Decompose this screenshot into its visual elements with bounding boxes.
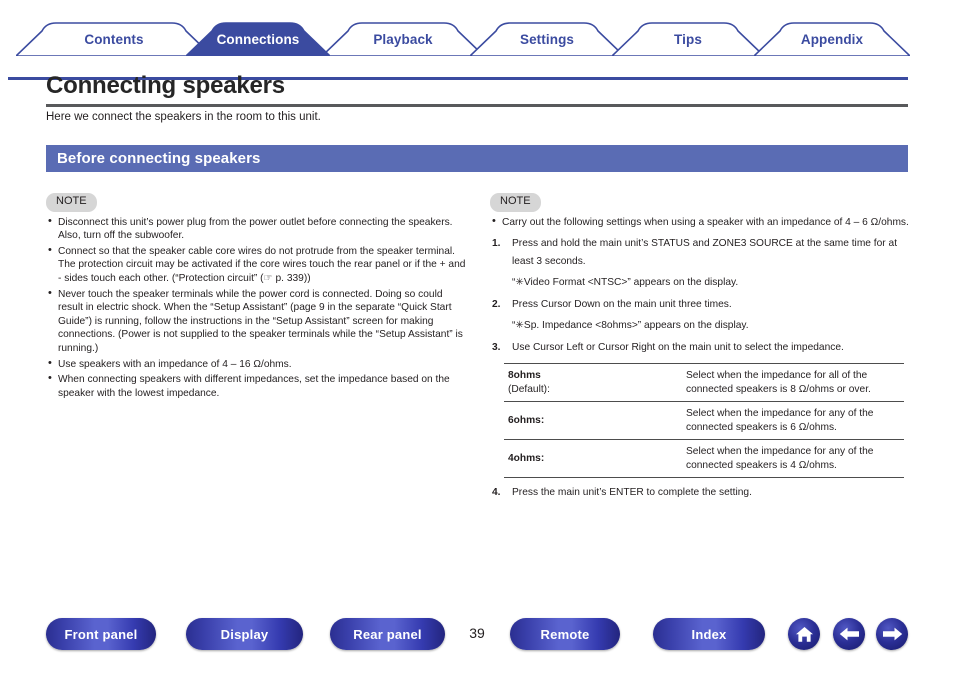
display-button-label: Display xyxy=(220,626,269,642)
right-column: NOTE Carry out the following settings wh… xyxy=(490,193,910,501)
footer-navigation-bar: Front panel Display Rear panel 39 Remote… xyxy=(0,618,954,658)
step-text: Press and hold the main unit’s STATUS an… xyxy=(512,238,898,268)
step-number: 4. xyxy=(492,487,501,499)
tab-tips[interactable]: Tips xyxy=(612,22,764,56)
top-tab-bar: Contents Connections Playback Settings Tips A… xyxy=(0,22,954,80)
rear-panel-button[interactable]: Rear panel xyxy=(330,618,445,650)
tab-label: Settings xyxy=(519,31,575,47)
list-item: When connecting speakers with different … xyxy=(46,372,466,400)
step-text: Press the main unit’s ENTER to complete … xyxy=(512,487,752,499)
index-button-label: Index xyxy=(691,626,727,642)
tab-label: Playback xyxy=(373,31,433,47)
forward-icon-button[interactable] xyxy=(876,618,908,650)
front-panel-button-label: Front panel xyxy=(64,626,138,642)
table-cell-description: Select when the impedance for any of the… xyxy=(686,408,874,433)
bullet-text: Use speakers with an impedance of 4 – 16… xyxy=(58,358,292,370)
section-heading-bar: Before connecting speakers xyxy=(46,145,908,172)
bullet-text: Disconnect this unit’s power plug from t… xyxy=(58,216,453,242)
bullet-text: Connect so that the speaker cable core w… xyxy=(58,245,466,284)
procedure-step-final: 4. Press the main unit’s ENTER to comple… xyxy=(492,485,910,501)
home-icon xyxy=(795,626,814,643)
list-item: Use speakers with an impedance of 4 – 16… xyxy=(46,357,466,372)
list-item: Connect so that the speaker cable core w… xyxy=(46,244,466,286)
list-item: Carry out the following settings when us… xyxy=(490,215,910,230)
tab-playback[interactable]: Playback xyxy=(322,22,484,56)
table-row: 4ohms: Select when the impedance for any… xyxy=(504,440,904,478)
tab-label: Tips xyxy=(674,31,702,47)
right-note-bullet-list: Carry out the following settings when us… xyxy=(490,215,910,230)
tab-appendix[interactable]: Appendix xyxy=(754,22,910,56)
display-button[interactable]: Display xyxy=(186,618,303,650)
left-column: NOTE Disconnect this unit’s power plug f… xyxy=(46,193,466,402)
section-heading-label: Before connecting speakers xyxy=(57,150,261,167)
note-badge-left: NOTE xyxy=(46,193,97,212)
table-row: 8ohms (Default): Select when the impedan… xyxy=(504,363,904,402)
procedure-step: 1. Press and hold the main unit’s STATUS… xyxy=(492,235,910,291)
step-number: 3. xyxy=(492,342,501,354)
note-badge-right: NOTE xyxy=(490,193,541,212)
procedure-step-list: 1. Press and hold the main unit’s STATUS… xyxy=(490,235,910,357)
tab-settings[interactable]: Settings xyxy=(470,22,624,56)
title-divider xyxy=(46,104,908,107)
step-text: Press Cursor Down on the main unit three… xyxy=(512,299,732,311)
list-item: Disconnect this unit’s power plug from t… xyxy=(46,215,466,243)
home-icon-button[interactable] xyxy=(788,618,820,650)
back-icon-button[interactable] xyxy=(833,618,865,650)
step-number: 2. xyxy=(492,299,501,311)
tab-label: Connections xyxy=(216,31,300,47)
remote-button[interactable]: Remote xyxy=(510,618,620,650)
left-note-bullet-list: Disconnect this unit’s power plug from t… xyxy=(46,215,466,401)
front-panel-button[interactable]: Front panel xyxy=(46,618,156,650)
table-cell-option: 4ohms: xyxy=(508,452,545,464)
step-result: “✳Sp. Impedance <8ohms>” appears on the … xyxy=(512,320,749,332)
list-item: Never touch the speaker terminals while … xyxy=(46,287,466,356)
tab-label: Appendix xyxy=(800,31,864,47)
rear-panel-button-label: Rear panel xyxy=(353,626,422,642)
page-title: Connecting speakers xyxy=(46,72,285,99)
impedance-options-table: 8ohms (Default): Select when the impedan… xyxy=(504,363,904,478)
step-text: Use Cursor Left or Cursor Right on the m… xyxy=(512,342,844,354)
page-number: 39 xyxy=(469,625,485,641)
tab-contents[interactable]: Contents xyxy=(16,22,212,56)
tab-connections[interactable]: Connections xyxy=(186,22,330,56)
procedure-step: 3. Use Cursor Left or Cursor Right on th… xyxy=(492,339,910,357)
step-number: 1. xyxy=(492,238,501,250)
remote-button-label: Remote xyxy=(540,626,590,642)
arrow-right-icon xyxy=(882,627,903,641)
index-button[interactable]: Index xyxy=(653,618,765,650)
table-row: 6ohms: Select when the impedance for any… xyxy=(504,402,904,440)
step-result: “✳Video Format <NTSC>” appears on the di… xyxy=(512,277,739,289)
table-cell-description: Select when the impedance for any of the… xyxy=(686,446,874,471)
arrow-left-icon xyxy=(839,627,860,641)
bullet-text: Never touch the speaker terminals while … xyxy=(58,288,463,354)
table-cell-option: 8ohms (Default): xyxy=(504,364,682,402)
table-cell-option: 6ohms: xyxy=(508,414,545,426)
procedure-step: 2. Press Cursor Down on the main unit th… xyxy=(492,296,910,334)
option-default-note: (Default): xyxy=(508,383,550,395)
bullet-text: When connecting speakers with different … xyxy=(58,374,450,399)
table-cell-description: Select when the impedance for all of the… xyxy=(686,370,871,395)
tab-label: Contents xyxy=(84,31,144,47)
bullet-text: Carry out the following settings when us… xyxy=(502,216,909,228)
page-lead-text: Here we connect the speakers in the room… xyxy=(46,111,321,123)
option-name: 8ohms xyxy=(508,370,541,382)
